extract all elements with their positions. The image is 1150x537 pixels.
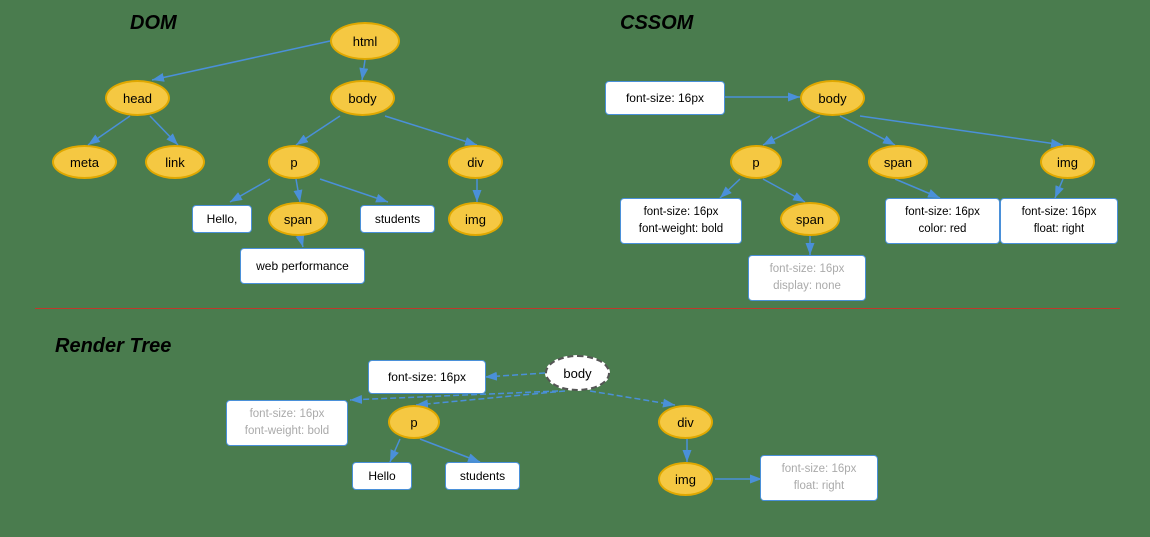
render-tree-title: Render Tree (55, 335, 171, 358)
dom-head-node: head (105, 80, 170, 116)
rt-img-props: font-size: 16pxfloat: right (760, 455, 878, 501)
rt-students-node: students (445, 462, 520, 490)
cssom-p-props: font-size: 16pxfont-weight: bold (620, 198, 742, 244)
cssom-span-props: font-size: 16pxcolor: red (885, 198, 1000, 244)
dom-p-node: p (268, 145, 320, 179)
cssom-img-node: img (1040, 145, 1095, 179)
rt-p-props: font-size: 16pxfont-weight: bold (226, 400, 348, 446)
cssom-span-node: span (868, 145, 928, 179)
rt-div-node: div (658, 405, 713, 439)
dom-title: DOM (130, 12, 177, 35)
dom-img-node: img (448, 202, 503, 236)
cssom-title: CSSOM (620, 12, 693, 35)
diagram-container: DOM CSSOM Render Tree html head body met… (0, 0, 1150, 537)
dom-html-node: html (330, 22, 400, 60)
rt-fontsize-box: font-size: 16px (368, 360, 486, 394)
section-divider (35, 308, 1120, 309)
cssom-p-node: p (730, 145, 782, 179)
dom-webperf-node: web performance (240, 248, 365, 284)
rt-img-node: img (658, 462, 713, 496)
dom-body-node: body (330, 80, 395, 116)
dom-span-node: span (268, 202, 328, 236)
rt-p-node: p (388, 405, 440, 439)
cssom-img-props: font-size: 16pxfloat: right (1000, 198, 1118, 244)
cssom-span-inner-props: font-size: 16pxdisplay: none (748, 255, 866, 301)
rt-body-node: body (545, 355, 610, 391)
dom-meta-node: meta (52, 145, 117, 179)
cssom-fontsize-top: font-size: 16px (605, 81, 725, 115)
dom-div-node: div (448, 145, 503, 179)
cssom-span-inner-node: span (780, 202, 840, 236)
cssom-body-node: body (800, 80, 865, 116)
dom-hello-node: Hello, (192, 205, 252, 233)
dom-students-node: students (360, 205, 435, 233)
arrows-svg (0, 0, 1150, 537)
dom-link-node: link (145, 145, 205, 179)
rt-hello-node: Hello (352, 462, 412, 490)
